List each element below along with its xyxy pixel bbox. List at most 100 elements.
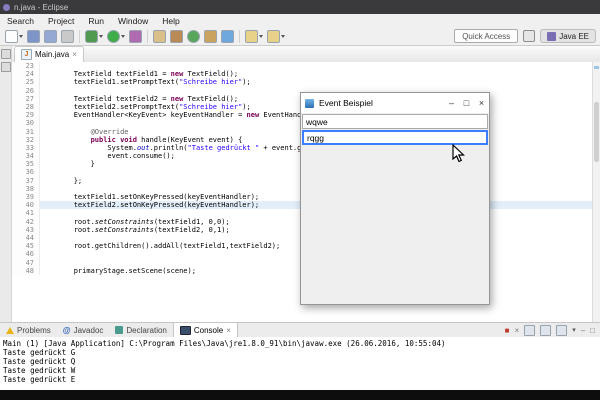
close-view-icon[interactable]: × [226,326,231,335]
line-number[interactable]: 32 [12,135,40,144]
terminate-icon[interactable]: ■ [505,326,510,335]
tab-console[interactable]: Console × [172,322,238,337]
dialog-close-icon[interactable]: × [474,93,489,113]
line-number[interactable]: 48 [12,266,40,275]
dialog-app-icon [305,98,314,108]
tab-declaration-label: Declaration [126,325,167,335]
new-wizard-icon[interactable] [5,29,23,43]
search-icon[interactable] [221,29,234,43]
code-text[interactable] [40,62,592,70]
pin-console-icon[interactable] [556,324,568,336]
console-output[interactable]: Main (1) [Java Application] C:\Program F… [0,337,600,390]
bottom-view-tabbar: Problems @ Javadoc Declaration Console ×… [0,322,600,337]
dialog-minimize-icon[interactable]: – [444,93,459,113]
line-number[interactable]: 38 [12,184,40,193]
tab-javadoc[interactable]: @ Javadoc [57,323,110,337]
scrollbar-thumb[interactable] [594,102,599,162]
open-console-dropdown-icon[interactable]: ▾ [572,326,576,334]
line-number[interactable]: 29 [12,111,40,120]
quick-access-button[interactable]: Quick Access [454,29,519,43]
tab-main-java[interactable]: J Main.java × [14,46,84,62]
forward-icon[interactable] [267,29,285,43]
minimize-view-icon[interactable]: – [581,326,585,335]
open-perspective-icon[interactable] [523,30,536,42]
new-jar-icon[interactable] [204,29,217,43]
line-number[interactable]: 25 [12,78,40,87]
line-number[interactable]: 26 [12,86,40,95]
debug-icon[interactable] [85,29,103,43]
textfield-2[interactable] [302,130,488,145]
dialog-maximize-icon[interactable]: □ [459,93,474,113]
save-icon[interactable] [27,29,40,43]
line-number[interactable]: 24 [12,70,40,79]
line-number[interactable]: 40 [12,201,40,210]
remove-launch-icon[interactable]: × [515,326,520,335]
close-tab-icon[interactable]: × [72,50,77,59]
menu-help[interactable]: Help [155,16,186,26]
console-line: Taste gedrückt E [3,375,76,384]
clear-console-icon[interactable] [524,324,536,336]
restore-view-icon[interactable] [0,62,11,72]
overview-ruler[interactable] [592,62,600,322]
perspective-java-ee[interactable]: Java EE [540,29,596,43]
new-class-icon[interactable] [187,29,200,43]
code-token: textField1.setPromptText( [40,78,180,87]
textfield-1[interactable] [302,114,488,129]
console-icon [179,325,191,335]
code-token: "Schreibe hier" [179,78,243,87]
code-text[interactable]: textField1.setPromptText("Schreibe hier"… [40,78,592,86]
code-token: TextField(); [183,94,239,103]
dialog-titlebar[interactable]: Event Beispiel – □ × [301,93,489,113]
menu-project[interactable]: Project [41,16,81,26]
code-token: } [40,160,95,169]
save-all-icon[interactable] [44,29,57,43]
toolbar-separator [239,29,240,43]
line-number[interactable]: 45 [12,242,40,251]
print-icon[interactable] [61,29,74,43]
line-number[interactable]: 44 [12,233,40,243]
line-number[interactable]: 47 [12,258,40,267]
line-number[interactable]: 35 [12,160,40,169]
code-text[interactable]: TextField textField1 = new TextField(); [40,70,592,78]
code-token: EventHandler<KeyEvent> keyEventHandler = [40,111,247,120]
back-icon[interactable] [245,29,263,43]
perspective-label: Java EE [559,31,589,41]
profile-icon[interactable] [129,29,142,43]
code-token: root. [40,217,95,226]
line-number[interactable]: 46 [12,250,40,259]
line-number[interactable]: 39 [12,193,40,202]
line-number[interactable]: 37 [12,176,40,185]
tab-declaration[interactable]: Declaration [109,323,172,337]
code-token: textField1.setOnKeyPressed(keyEventHandl… [40,193,260,201]
line-number[interactable]: 43 [12,225,40,234]
code-token: textField2.setPromptText( [40,102,180,111]
menu-search[interactable]: Search [0,16,41,26]
code-line[interactable]: 24 TextField textField1 = new TextField(… [12,70,592,79]
line-number[interactable]: 33 [12,143,40,153]
code-token: ); [242,102,251,111]
new-package-icon[interactable] [170,29,183,43]
line-number[interactable]: 27 [12,94,40,103]
tab-problems[interactable]: Problems [0,323,57,337]
line-number[interactable]: 36 [12,168,40,177]
new-java-project-icon[interactable] [153,29,166,43]
line-number[interactable]: 23 [12,62,40,71]
line-number[interactable]: 31 [12,127,40,136]
line-number[interactable]: 30 [12,119,40,128]
restore-view-icon[interactable] [0,49,11,59]
code-line[interactable]: 23 [12,62,592,71]
line-number[interactable]: 42 [12,217,40,226]
scroll-lock-icon[interactable] [540,324,552,336]
menu-window[interactable]: Window [111,16,155,26]
code-line[interactable]: 25 textField1.setPromptText("Schreibe hi… [12,78,592,87]
line-number[interactable]: 41 [12,209,40,218]
window-titlebar[interactable]: n.java - Eclipse [0,0,600,14]
code-token: root.getChildren().addAll(textField1,tex… [40,242,281,251]
run-icon[interactable] [107,29,125,43]
maximize-view-icon[interactable]: □ [590,326,595,335]
tab-console-label: Console [193,325,224,335]
line-number[interactable]: 28 [12,102,40,112]
line-number[interactable]: 34 [12,152,40,161]
menu-run[interactable]: Run [81,16,111,26]
